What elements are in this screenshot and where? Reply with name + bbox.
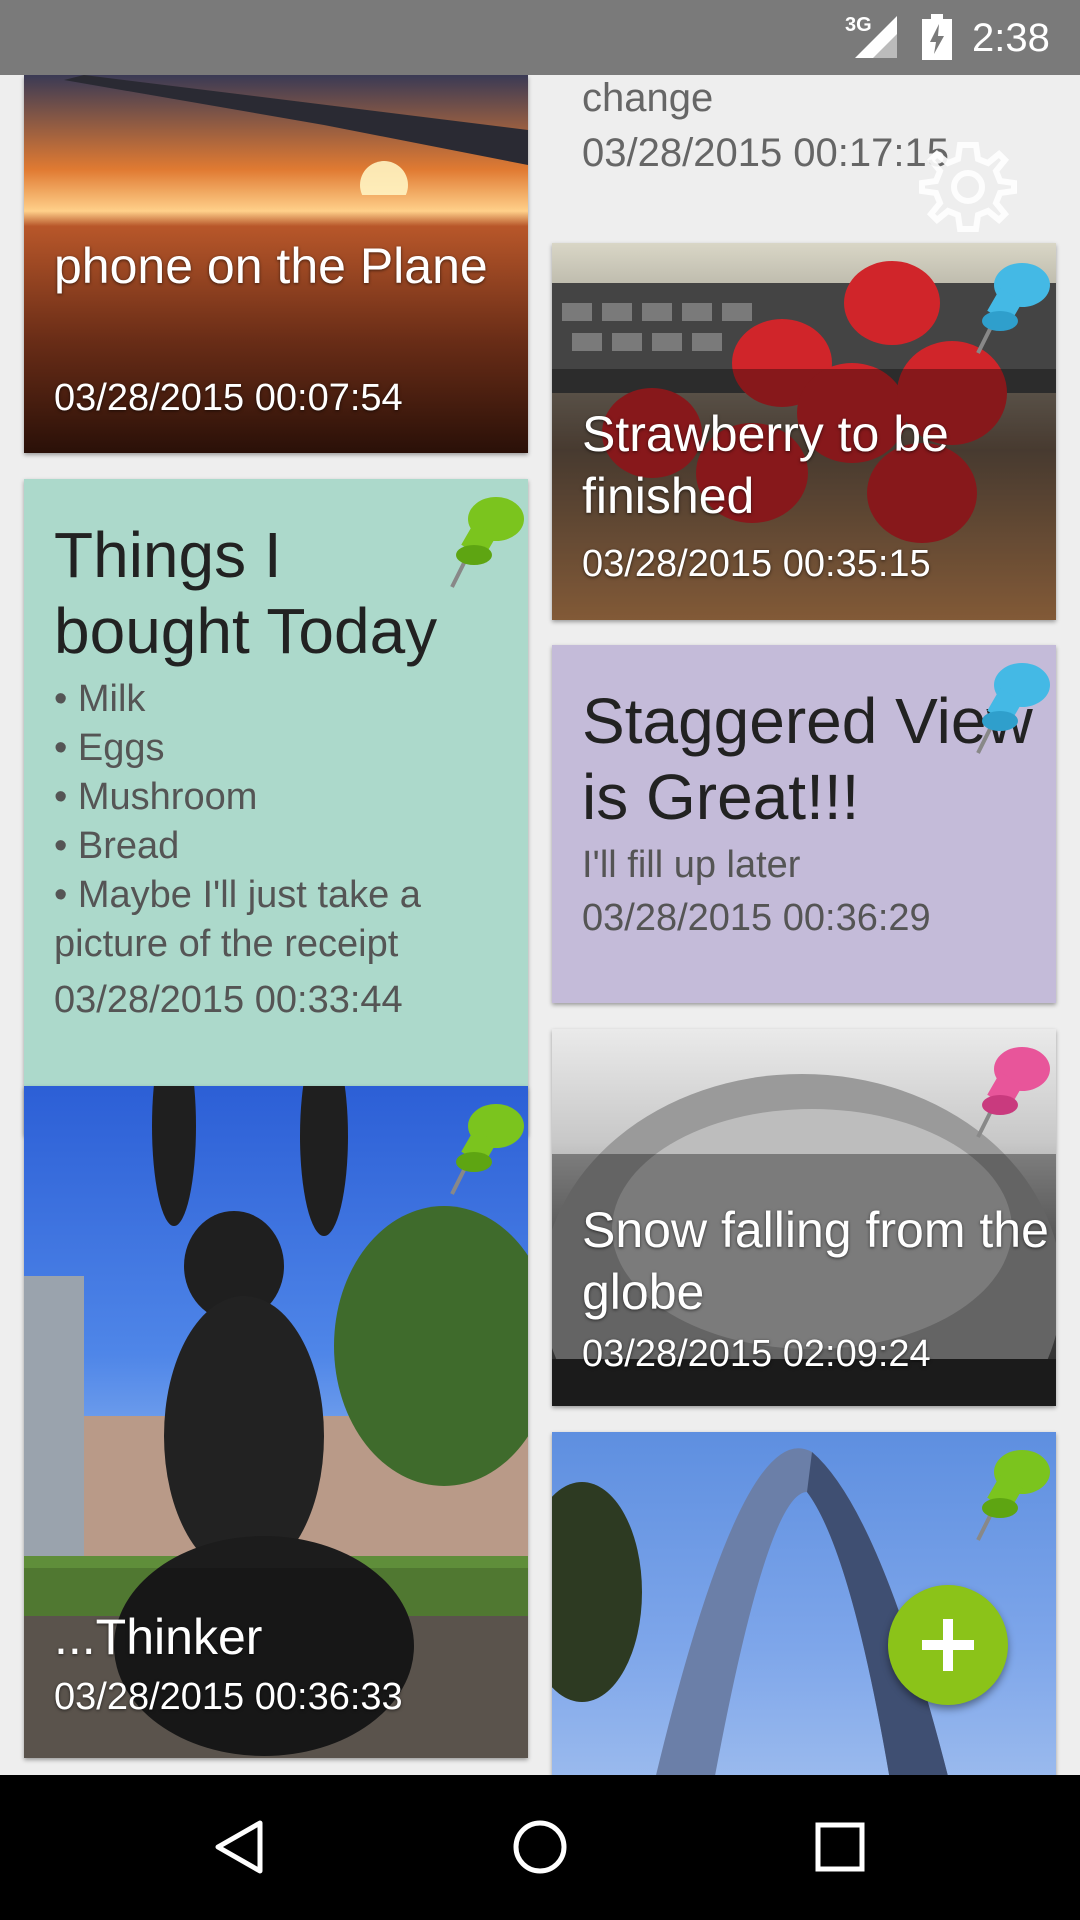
home-circle-icon[interactable] xyxy=(510,1817,570,1877)
note-title: ...Thinker xyxy=(54,1609,263,1665)
notes-grid[interactable]: phone on the Plane 03/28/2015 00:07:54 c… xyxy=(0,75,1080,1775)
plane-wing-image xyxy=(64,75,528,195)
plus-icon xyxy=(922,1619,974,1671)
note-title: Strawberry to be finished xyxy=(582,406,949,524)
recents-square-icon[interactable] xyxy=(810,1817,870,1877)
note-item: • Milk xyxy=(54,678,146,720)
back-triangle-icon[interactable] xyxy=(210,1817,270,1877)
note-card-thinker[interactable]: ...Thinker 03/28/2015 00:36:33 xyxy=(24,1086,528,1758)
pin-icon xyxy=(976,1450,1050,1541)
battery-icon xyxy=(922,14,952,60)
note-item: picture of the receipt xyxy=(54,923,399,965)
signal-icon xyxy=(855,16,897,58)
note-title: phone on the Plane xyxy=(54,238,488,294)
note-title: change xyxy=(582,76,714,120)
note-title: Snow falling from the globe xyxy=(582,1202,1049,1320)
note-date: 03/28/2015 00:33:44 xyxy=(54,979,403,1021)
gear-icon[interactable] xyxy=(918,137,1018,237)
pin-icon xyxy=(976,263,1050,354)
note-item: • Mushroom xyxy=(54,776,258,818)
note-card-staggered[interactable]: Staggered View is Great!!! I'll fill up … xyxy=(552,645,1056,1003)
note-date: 03/28/2015 00:36:33 xyxy=(54,1676,403,1718)
add-note-button[interactable] xyxy=(888,1585,1008,1705)
status-bar: 3G 2:38 xyxy=(0,0,1080,75)
note-item: • Bread xyxy=(54,825,180,867)
pin-icon xyxy=(976,663,1050,754)
pin-icon xyxy=(450,497,524,588)
note-card-strawberry[interactable]: Strawberry to be finished 03/28/2015 00:… xyxy=(552,243,1056,620)
note-date: 03/28/2015 00:36:29 xyxy=(582,897,931,939)
note-card-plane[interactable]: phone on the Plane 03/28/2015 00:07:54 xyxy=(24,75,528,453)
pin-icon xyxy=(976,1047,1050,1138)
navigation-bar xyxy=(0,1775,1080,1920)
note-body: I'll fill up later xyxy=(582,844,801,886)
note-date: 03/28/2015 00:17:15 xyxy=(582,131,950,175)
note-item: • Eggs xyxy=(54,727,165,769)
note-title: Things I bought Today xyxy=(54,519,438,667)
note-date: 03/28/2015 00:35:15 xyxy=(582,543,931,585)
note-item: • Maybe I'll just take a xyxy=(54,874,421,916)
clock: 2:38 xyxy=(972,16,1050,60)
note-card-things[interactable]: Things I bought Today • Milk • Eggs • Mu… xyxy=(24,479,528,1135)
note-date: 03/28/2015 00:07:54 xyxy=(54,377,403,419)
pin-icon xyxy=(450,1104,524,1195)
note-card-snow[interactable]: Snow falling from the globe 03/28/2015 0… xyxy=(552,1029,1056,1406)
note-date: 03/28/2015 02:09:24 xyxy=(582,1333,931,1375)
